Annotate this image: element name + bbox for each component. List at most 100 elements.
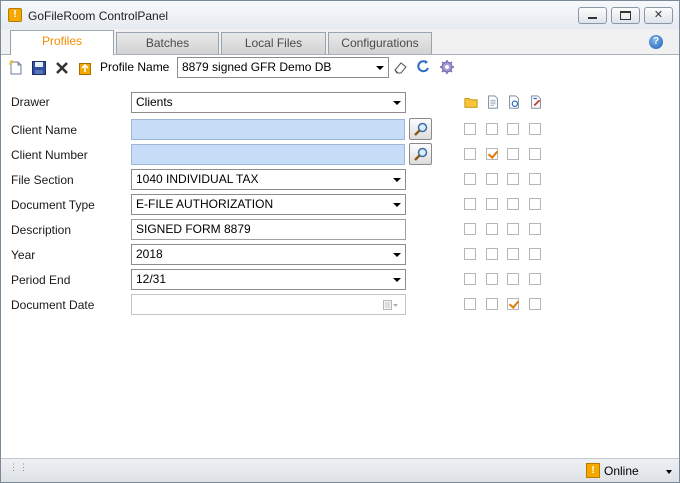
window-title: GoFileRoom ControlPanel [28, 9, 169, 23]
eraser-icon[interactable] [393, 59, 409, 75]
year-value: 2018 [136, 247, 163, 261]
checkbox-document-type-col3[interactable] [507, 198, 519, 210]
save-icon[interactable] [31, 60, 47, 76]
calendar-dropdown-icon[interactable] [383, 300, 399, 311]
checkbox-file-section-col3[interactable] [507, 173, 519, 185]
checkbox-description-col1[interactable] [464, 223, 476, 235]
drawer-select[interactable]: Clients [131, 92, 406, 113]
title-bar[interactable]: ! GoFileRoom ControlPanel ✕ [1, 1, 679, 29]
checkbox-period-end-col1[interactable] [464, 273, 476, 285]
checkbox-client-number-col3[interactable] [507, 148, 519, 160]
document-date-picker[interactable] [131, 294, 406, 315]
drawer-label: Drawer [11, 95, 50, 109]
upload-icon[interactable] [77, 60, 93, 76]
profile-name-select[interactable]: 8879 signed GFR Demo DB [177, 57, 389, 78]
checkbox-client-number-col2[interactable] [486, 148, 498, 160]
profile-name-label: Profile Name [100, 60, 170, 74]
checkbox-year-col3[interactable] [507, 248, 519, 260]
checkbox-description-col2[interactable] [486, 223, 498, 235]
checkbox-client-name-col2[interactable] [486, 123, 498, 135]
checkbox-description-col4[interactable] [529, 223, 541, 235]
description-label: Description [11, 223, 72, 237]
search-icon [414, 147, 428, 161]
checkbox-document-type-col1[interactable] [464, 198, 476, 210]
document-type-value: E-FILE AUTHORIZATION [136, 197, 274, 211]
delete-icon[interactable] [54, 60, 70, 76]
checkbox-client-name-col3[interactable] [507, 123, 519, 135]
close-button[interactable]: ✕ [644, 7, 673, 24]
checkbox-document-date-col3[interactable] [507, 298, 519, 310]
checkbox-document-type-col2[interactable] [486, 198, 498, 210]
client-name-search-button[interactable] [409, 118, 432, 140]
status-dropdown-icon[interactable] [666, 470, 672, 474]
period-end-select[interactable]: 12/31 [131, 269, 406, 290]
file-section-select[interactable]: 1040 INDIVIDUAL TAX [131, 169, 406, 190]
minimize-icon [588, 17, 597, 19]
status-bar: ⋮⋮ ! Online [1, 458, 679, 482]
document-type-select[interactable]: E-FILE AUTHORIZATION [131, 194, 406, 215]
tab-batches[interactable]: Batches [116, 32, 219, 54]
checkbox-period-end-col2[interactable] [486, 273, 498, 285]
checkbox-file-section-col1[interactable] [464, 173, 476, 185]
toolbar: Profile Name 8879 signed GFR Demo DB [1, 55, 679, 81]
client-name-input[interactable] [131, 119, 405, 140]
refresh-icon[interactable] [416, 59, 432, 75]
tab-local-files[interactable]: Local Files [221, 32, 326, 54]
client-number-search-button[interactable] [409, 143, 432, 165]
chevron-down-icon [376, 66, 384, 70]
description-input[interactable]: SIGNED FORM 8879 [131, 219, 406, 240]
checkbox-year-col1[interactable] [464, 248, 476, 260]
checkbox-client-number-col4[interactable] [529, 148, 541, 160]
checkbox-file-section-col4[interactable] [529, 173, 541, 185]
checkbox-file-section-col2[interactable] [486, 173, 498, 185]
checkbox-client-name-col1[interactable] [464, 123, 476, 135]
tab-bar: Profiles Batches Local Files Configurati… [1, 29, 679, 55]
checkbox-client-number-col1[interactable] [464, 148, 476, 160]
drawer-value: Clients [136, 95, 173, 109]
resize-grip-icon[interactable]: ⋮⋮ [9, 463, 28, 477]
checkbox-document-date-col4[interactable] [529, 298, 541, 310]
checkbox-document-type-col4[interactable] [529, 198, 541, 210]
client-name-label: Client Name [11, 123, 78, 137]
year-select[interactable]: 2018 [131, 244, 406, 265]
chevron-down-icon [393, 278, 401, 282]
tab-profiles[interactable]: Profiles [10, 30, 114, 55]
folder-icon [464, 98, 478, 108]
settings-gear-icon[interactable] [439, 59, 455, 75]
file-section-value: 1040 INDIVIDUAL TAX [136, 172, 259, 186]
profile-name-value: 8879 signed GFR Demo DB [182, 60, 332, 74]
chevron-down-icon [393, 101, 401, 105]
connection-status-text[interactable]: Online [604, 464, 639, 478]
maximize-icon [620, 11, 631, 20]
checkbox-document-date-col2[interactable] [486, 298, 498, 310]
checkbox-period-end-col3[interactable] [507, 273, 519, 285]
minimize-button[interactable] [578, 7, 607, 24]
year-label: Year [11, 248, 36, 262]
document-type-label: Document Type [11, 198, 95, 212]
new-document-icon[interactable] [8, 60, 24, 76]
document-refresh-icon [509, 95, 519, 109]
app-window: ! GoFileRoom ControlPanel ✕ Profiles Bat… [0, 0, 680, 483]
document-icon [488, 95, 498, 109]
search-icon [414, 122, 428, 136]
tab-configurations[interactable]: Configurations [328, 32, 432, 54]
checkbox-document-date-col1[interactable] [464, 298, 476, 310]
period-end-label: Period End [11, 273, 71, 287]
file-section-label: File Section [11, 173, 74, 187]
checkbox-period-end-col4[interactable] [529, 273, 541, 285]
app-logo-icon: ! [8, 8, 22, 22]
document-date-label: Document Date [11, 298, 95, 312]
client-number-input[interactable] [131, 144, 405, 165]
document-edit-icon [531, 95, 541, 109]
help-icon[interactable]: ? [649, 35, 663, 49]
checkbox-client-name-col4[interactable] [529, 123, 541, 135]
client-number-label: Client Number [11, 148, 88, 162]
checkbox-year-col4[interactable] [529, 248, 541, 260]
close-icon: ✕ [653, 9, 664, 21]
maximize-button[interactable] [611, 7, 640, 24]
chevron-down-icon [393, 178, 401, 182]
checkbox-description-col3[interactable] [507, 223, 519, 235]
checkbox-year-col2[interactable] [486, 248, 498, 260]
chevron-down-icon [393, 253, 401, 257]
chevron-down-icon [393, 203, 401, 207]
